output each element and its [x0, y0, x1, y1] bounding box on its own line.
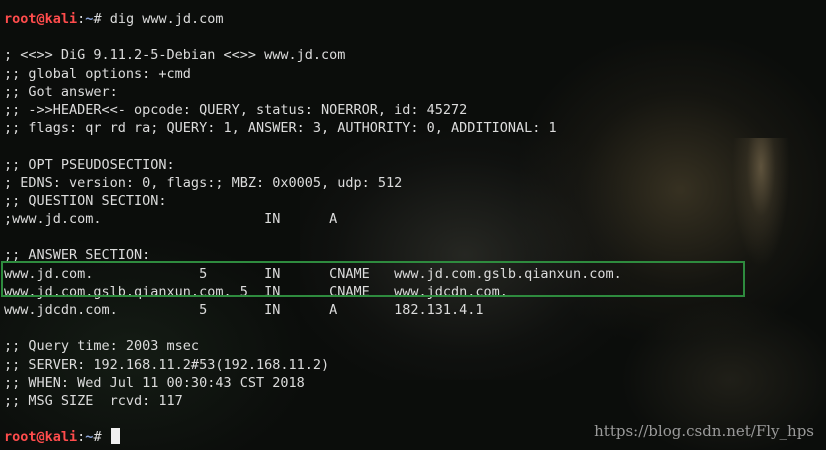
- output-line: ;; OPT PSEUDOSECTION:: [4, 156, 175, 173]
- output-line: ;; WHEN: Wed Jul 11 00:30:43 CST 2018: [4, 374, 305, 391]
- output-line: ; EDNS: version: 0, flags:; MBZ: 0x0005,…: [4, 174, 403, 191]
- text-cursor: [110, 428, 120, 445]
- command-line: root@kali:~# dig www.jd.com: [4, 10, 826, 28]
- output-line: ;; flags: qr rd ra; QUERY: 1, ANSWER: 3,…: [4, 120, 557, 137]
- output-line: ; <<>> DiG 9.11.2-5-Debian <<>> www.jd.c…: [4, 47, 346, 64]
- output-line: ;; SERVER: 192.168.11.2#53(192.168.11.2): [4, 356, 330, 373]
- answer-record-line: www.jdcdn.com. 5 IN A 182.131.4.1: [4, 302, 484, 318]
- prompt-symbol: #: [93, 11, 110, 27]
- terminal-output[interactable]: root@kali:~# dig www.jd.com ; <<>> DiG 9…: [4, 10, 826, 447]
- prompt-user: root@kali: [4, 11, 78, 27]
- prompt-symbol: #: [93, 429, 110, 446]
- output-line: ;; QUESTION SECTION:: [4, 192, 167, 209]
- cname-highlight-box: [1, 261, 745, 297]
- command-text: dig www.jd.com: [109, 11, 224, 27]
- prompt-user: root@kali: [4, 429, 78, 446]
- output-line: ;; ->>HEADER<<- opcode: QUERY, status: N…: [4, 101, 468, 118]
- watermark-url: https://blog.csdn.net/Fly_hps: [594, 422, 814, 440]
- output-line: ;; Got answer:: [4, 83, 118, 100]
- output-line: ;; global options: +cmd: [4, 65, 191, 82]
- output-line: ;www.jd.com. IN A: [4, 211, 338, 228]
- output-line: ;; Query time: 2003 msec: [4, 338, 200, 355]
- output-line: ;; MSG SIZE rcvd: 117: [4, 392, 183, 409]
